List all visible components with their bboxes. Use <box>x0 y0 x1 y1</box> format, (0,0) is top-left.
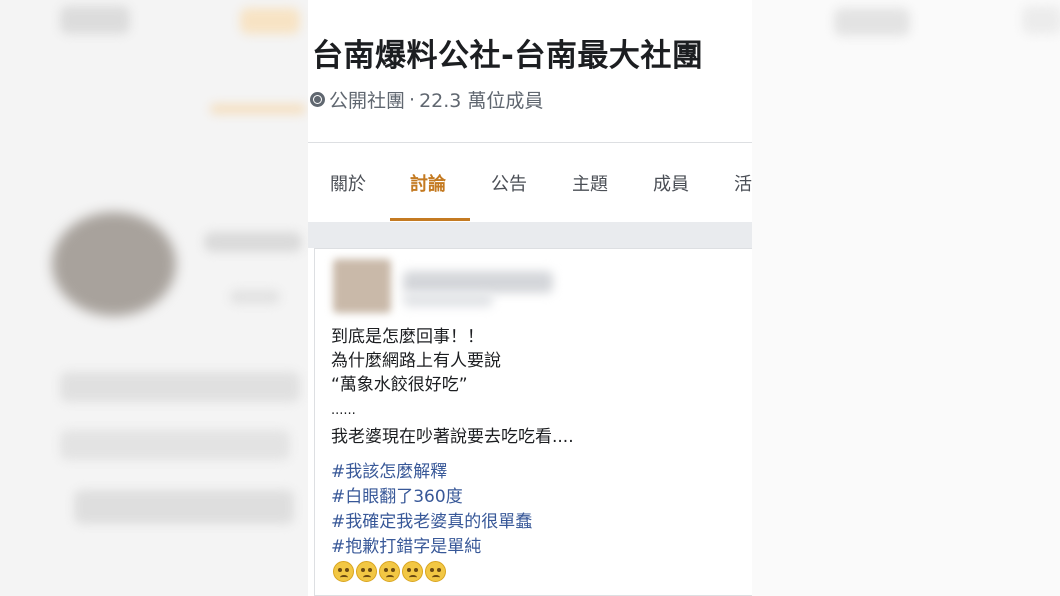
tab-announcements[interactable]: 公告 <box>491 170 527 196</box>
blurred-shape <box>240 8 300 34</box>
post-text-line: 到底是怎麼回事！！ <box>331 327 484 347</box>
emoji-row <box>333 561 446 582</box>
rolling-eyes-emoji-icon <box>402 561 423 582</box>
post-text-line: “萬象水餃很好吃” <box>331 375 468 395</box>
globe-icon <box>310 92 325 107</box>
tab-discussion[interactable]: 討論 <box>410 170 446 196</box>
blurred-shape <box>60 6 130 34</box>
post-card: 到底是怎麼回事！！ 為什麼網路上有人要說 “萬象水餃很好吃” ...... 我老… <box>314 248 752 596</box>
tab-events[interactable]: 活 <box>734 170 752 196</box>
blurred-shape <box>834 8 910 36</box>
rolling-eyes-emoji-icon <box>425 561 446 582</box>
blurred-shape <box>230 290 280 304</box>
group-title[interactable]: 台南爆料公社-台南最大社團 <box>312 30 703 75</box>
author-avatar[interactable] <box>333 259 391 313</box>
rolling-eyes-emoji-icon <box>356 561 377 582</box>
group-visibility: 公開社團 <box>329 90 406 112</box>
group-page: 台南爆料公社-台南最大社團 公開社團 · 22.3 萬位成員 關於 討論 公告 … <box>308 0 752 596</box>
hashtag-link[interactable]: #我該怎麼解釋 <box>331 460 447 484</box>
blurred-shape <box>1022 6 1060 34</box>
blurred-shape <box>60 430 290 460</box>
feed-background <box>308 222 752 248</box>
group-member-count[interactable]: 22.3 萬位成員 <box>419 86 543 113</box>
post-text-line: ...... <box>331 403 356 418</box>
group-tabs: 關於 討論 公告 主題 成員 活 <box>308 144 752 222</box>
blurred-shape <box>60 372 300 402</box>
meta-separator: · <box>409 88 416 111</box>
blurred-shape <box>210 104 306 114</box>
header-divider <box>308 142 752 143</box>
post-text-line: 為什麼網路上有人要說 <box>331 351 501 371</box>
blurred-left-panel <box>0 0 308 596</box>
group-meta: 公開社團 · 22.3 萬位成員 <box>310 86 543 113</box>
post-timestamp-redacted <box>403 293 493 307</box>
rolling-eyes-emoji-icon <box>333 561 354 582</box>
blurred-right-panel <box>752 0 1060 596</box>
tab-members[interactable]: 成員 <box>653 170 689 196</box>
author-name-redacted[interactable] <box>403 271 553 293</box>
rolling-eyes-emoji-icon <box>379 561 400 582</box>
tab-about[interactable]: 關於 <box>330 170 366 196</box>
blurred-shape <box>74 490 294 524</box>
hashtag-link[interactable]: #白眼翻了360度 <box>331 485 463 509</box>
post-text-line: 我老婆現在吵著說要去吃吃看.... <box>331 427 574 447</box>
hashtag-link[interactable]: #抱歉打錯字是單純 <box>331 535 481 559</box>
hashtag-link[interactable]: #我確定我老婆真的很單蠢 <box>331 510 532 534</box>
tab-topics[interactable]: 主題 <box>572 170 608 196</box>
blurred-avatar <box>52 212 176 316</box>
active-tab-indicator <box>390 218 470 221</box>
blurred-shape <box>204 232 302 252</box>
